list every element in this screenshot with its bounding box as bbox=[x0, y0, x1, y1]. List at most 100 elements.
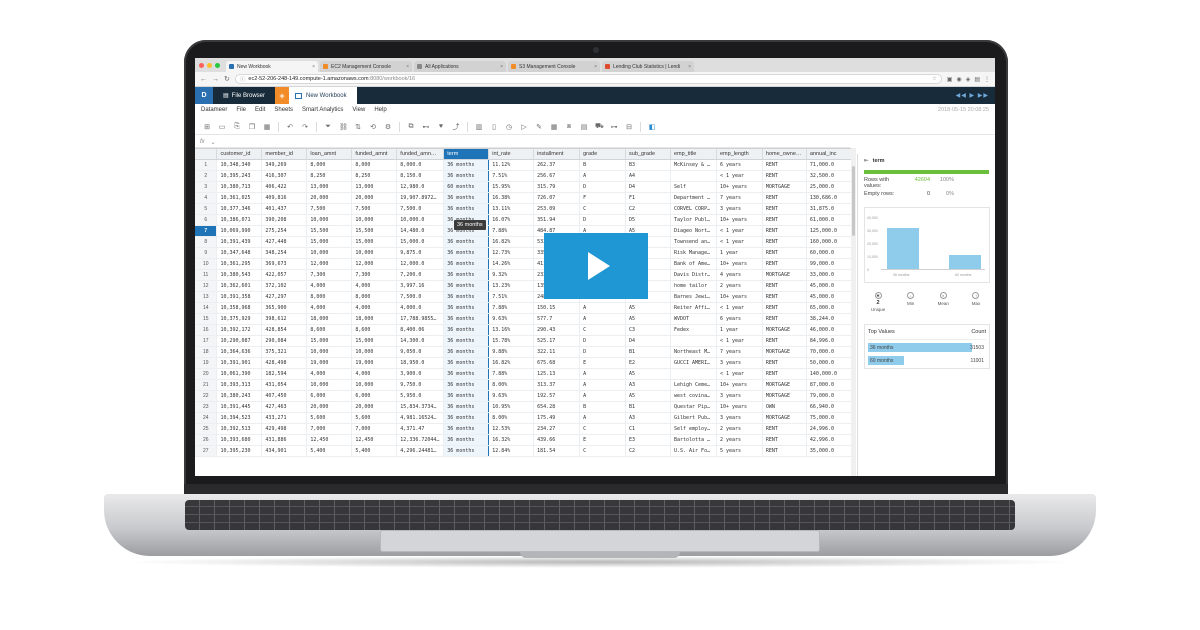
table-cell[interactable]: WVDOT bbox=[670, 313, 717, 325]
row-number[interactable]: 16 bbox=[195, 324, 218, 336]
table-cell[interactable]: A4 bbox=[625, 170, 671, 182]
table-cell[interactable]: 10,393,680 bbox=[216, 434, 263, 446]
table-cell[interactable]: 5,400 bbox=[351, 445, 398, 457]
table-cell[interactable]: < 1 year bbox=[716, 368, 763, 380]
table-cell[interactable]: RENT bbox=[762, 313, 807, 325]
table-cell[interactable]: 3 years bbox=[716, 203, 763, 215]
column-header[interactable]: member_id bbox=[261, 149, 308, 160]
maximize-window-button[interactable] bbox=[215, 63, 220, 68]
chart-bar[interactable] bbox=[949, 254, 981, 269]
export-icon[interactable]: ⎘ bbox=[233, 123, 241, 131]
row-number[interactable]: 25 bbox=[195, 423, 218, 435]
table-cell[interactable]: 15,834.3734… bbox=[396, 401, 445, 413]
table-cell[interactable]: 2 years bbox=[716, 423, 763, 435]
table-cell[interactable]: 36 months bbox=[443, 170, 490, 182]
table-cell[interactable]: 7,500 bbox=[351, 203, 398, 215]
row-number[interactable]: 3 bbox=[195, 181, 218, 193]
table-cell[interactable]: 15,000 bbox=[351, 236, 398, 248]
table-cell[interactable]: 45,000.0 bbox=[806, 280, 853, 292]
table-cell[interactable]: 433,271 bbox=[261, 412, 308, 424]
table-cell[interactable]: Taylor Publ… bbox=[670, 214, 717, 226]
table-cell[interactable]: 36 months bbox=[443, 280, 490, 292]
table-cell[interactable]: 675.68 bbox=[533, 357, 581, 369]
table-cell[interactable]: 4,000 bbox=[351, 280, 398, 292]
menu-item[interactable]: Datameer bbox=[201, 107, 227, 113]
browser-tab[interactable]: S3 Management Console × bbox=[508, 61, 600, 72]
table-cell[interactable]: E3 bbox=[625, 434, 671, 446]
graph-icon[interactable]: ⊶ bbox=[610, 123, 618, 131]
table-cell[interactable]: 4,000.0 bbox=[396, 302, 445, 314]
table-cell[interactable] bbox=[670, 170, 717, 182]
play-circle-icon[interactable]: ▷ bbox=[520, 123, 528, 131]
table-cell[interactable]: 60 months bbox=[443, 181, 490, 193]
table-cell[interactable]: 5,950.0 bbox=[396, 390, 445, 402]
table-cell[interactable]: 398,612 bbox=[261, 313, 308, 325]
table-cell[interactable]: 15.78% bbox=[488, 335, 535, 347]
table-cell[interactable]: 10,361,025 bbox=[216, 192, 263, 204]
table-cell[interactable]: 7 years bbox=[716, 192, 763, 204]
table-cell[interactable]: A bbox=[579, 368, 627, 380]
table-cell[interactable]: 8.00% bbox=[488, 379, 535, 391]
table-cell[interactable]: 18,950.0 bbox=[396, 357, 445, 369]
table-cell[interactable]: 8.00% bbox=[488, 412, 535, 424]
table-cell[interactable]: 79,000.0 bbox=[806, 390, 853, 402]
table-cell[interactable]: 36 months bbox=[443, 335, 490, 347]
table-cell[interactable]: A3 bbox=[625, 412, 671, 424]
table-cell[interactable]: 19,000 bbox=[351, 357, 398, 369]
table-cell[interactable]: RENT bbox=[762, 357, 807, 369]
table-cell[interactable]: 422,057 bbox=[261, 269, 308, 281]
table-cell[interactable]: D4 bbox=[625, 335, 671, 347]
table-cell[interactable]: 10,061,390 bbox=[216, 368, 263, 380]
top-value-row[interactable]: 60 months 11001 bbox=[868, 355, 986, 366]
table-cell[interactable]: 8,000 bbox=[306, 291, 353, 303]
chevron-down-icon[interactable]: ⌄ bbox=[211, 139, 216, 146]
row-number[interactable]: 11 bbox=[195, 269, 218, 281]
table-cell[interactable]: 427,448 bbox=[261, 236, 308, 248]
close-tab-icon[interactable]: × bbox=[406, 64, 409, 70]
table-cell[interactable]: 10,000 bbox=[351, 346, 398, 358]
row-number[interactable]: 1 bbox=[195, 159, 218, 171]
duplicate-icon[interactable]: ⧈ bbox=[565, 123, 573, 131]
browser-tab[interactable]: All Applications × bbox=[414, 61, 506, 72]
column-header[interactable]: grade bbox=[579, 149, 627, 160]
table-cell[interactable]: 7 years bbox=[716, 346, 763, 358]
table-cell[interactable]: MORTGAGE bbox=[762, 181, 807, 193]
table-cell[interactable]: RENT bbox=[762, 225, 807, 237]
table-cell[interactable]: 1 year bbox=[716, 324, 763, 336]
table-cell[interactable]: 20,000 bbox=[351, 401, 398, 413]
table-cell[interactable]: 7,300 bbox=[306, 269, 353, 281]
row-number[interactable]: 13 bbox=[195, 291, 218, 303]
table-cell[interactable]: 416,307 bbox=[261, 170, 308, 182]
table-cell[interactable]: 427,297 bbox=[261, 291, 308, 303]
column-header[interactable] bbox=[195, 149, 218, 160]
table-cell[interactable]: B1 bbox=[625, 346, 671, 358]
table-cell[interactable]: 16.82% bbox=[488, 236, 535, 248]
formula-bar[interactable]: fx ⌄ bbox=[195, 137, 850, 148]
table-cell[interactable]: 42,996.0 bbox=[806, 434, 853, 446]
column-header[interactable]: installment bbox=[533, 149, 581, 160]
table-cell[interactable]: 16.82% bbox=[488, 357, 535, 369]
table-cell[interactable]: 10,347,648 bbox=[216, 247, 263, 259]
column-header[interactable]: emp_title bbox=[670, 149, 717, 160]
table-cell[interactable]: Lehigh Ceme… bbox=[670, 379, 717, 391]
table-cell[interactable]: 10,362,601 bbox=[216, 280, 263, 292]
column-header[interactable]: sub_grade bbox=[625, 149, 671, 160]
table-cell[interactable]: 10,391,358 bbox=[216, 291, 263, 303]
table-cell[interactable]: 18,000 bbox=[351, 313, 398, 325]
table-cell[interactable]: 7.88% bbox=[488, 225, 535, 237]
table-cell[interactable]: 2 years bbox=[716, 280, 763, 292]
row-number[interactable]: 23 bbox=[195, 401, 218, 413]
table-cell[interactable]: 8,250 bbox=[306, 170, 353, 182]
table-cell[interactable]: 369,673 bbox=[261, 258, 308, 270]
menu-icon[interactable]: ⋮ bbox=[984, 76, 990, 83]
table-cell[interactable]: 234.27 bbox=[533, 423, 581, 435]
table-cell[interactable]: B1 bbox=[625, 401, 671, 413]
extension-icon[interactable]: ◈ bbox=[966, 76, 971, 83]
table-cell[interactable]: 9.32% bbox=[488, 269, 535, 281]
table-cell[interactable]: 7,200.0 bbox=[396, 269, 445, 281]
table-cell[interactable]: 10,395,230 bbox=[216, 445, 263, 457]
table-cell[interactable]: RENT bbox=[762, 203, 807, 215]
row-number[interactable]: 6 bbox=[195, 214, 218, 226]
table-cell[interactable]: 10,392,513 bbox=[216, 423, 263, 435]
table-cell[interactable]: 12,000 bbox=[306, 258, 353, 270]
